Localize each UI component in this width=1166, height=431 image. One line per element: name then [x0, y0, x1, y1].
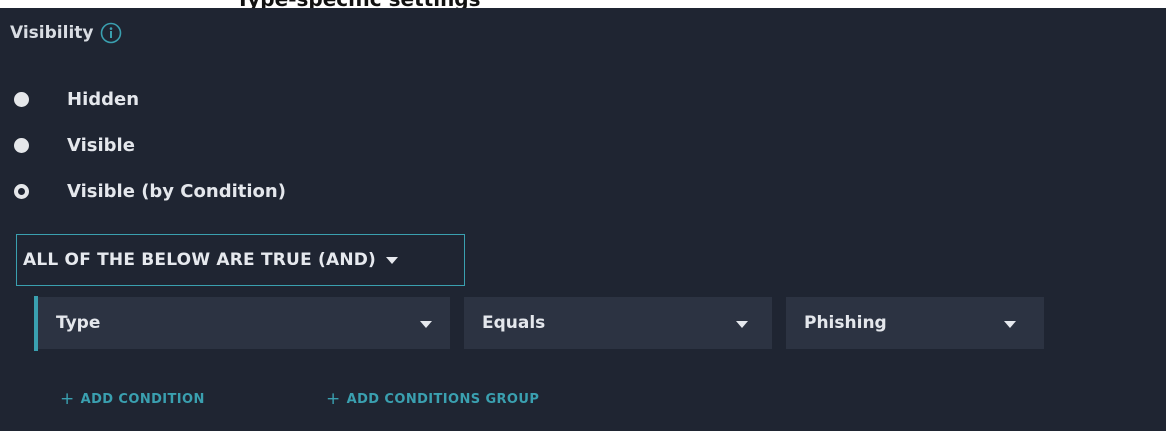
chevron-down-icon — [420, 321, 432, 328]
radio-button[interactable] — [14, 92, 29, 107]
condition-field-dropdown[interactable]: Type — [38, 297, 450, 349]
radio-label: Visible (by Condition) — [67, 181, 286, 202]
radio-visible[interactable]: Visible — [14, 135, 135, 156]
chevron-down-icon — [736, 321, 748, 328]
add-condition-label: ADD CONDITION — [80, 392, 205, 407]
plus-icon: + — [60, 389, 75, 409]
top-cropped-header: Type-specific settings — [0, 0, 1166, 8]
radio-hidden[interactable]: Hidden — [14, 89, 139, 110]
cropped-header-text: Type-specific settings — [236, 0, 481, 8]
add-condition-button[interactable]: + ADD CONDITION — [60, 391, 205, 408]
radio-visible-by-condition[interactable]: Visible (by Condition) — [14, 181, 286, 202]
info-icon[interactable] — [100, 22, 122, 44]
radio-button-selected[interactable] — [14, 184, 29, 199]
visibility-heading: Visibility — [10, 22, 122, 44]
condition-value-dropdown[interactable]: Phishing — [786, 297, 1044, 349]
visibility-panel: Visibility Hidden Visible Visible (by Co… — [0, 8, 1166, 431]
radio-label: Hidden — [67, 89, 140, 110]
condition-operator-dropdown[interactable]: Equals — [464, 297, 772, 349]
chevron-down-icon — [1004, 321, 1016, 328]
add-conditions-group-label: ADD CONDITIONS GROUP — [346, 392, 540, 407]
condition-value-label: Phishing — [804, 313, 887, 333]
radio-label: Visible — [67, 135, 135, 156]
plus-icon: + — [326, 389, 341, 409]
condition-operator-label: Equals — [482, 313, 546, 333]
chevron-down-icon — [386, 256, 399, 264]
radio-button[interactable] — [14, 138, 29, 153]
visibility-heading-label: Visibility — [10, 23, 94, 43]
condition-logic-label: ALL OF THE BELOW ARE TRUE (AND) — [23, 250, 377, 270]
add-conditions-group-button[interactable]: + ADD CONDITIONS GROUP — [326, 391, 539, 408]
condition-field-label: Type — [56, 313, 101, 333]
condition-logic-dropdown[interactable]: ALL OF THE BELOW ARE TRUE (AND) — [16, 234, 465, 286]
